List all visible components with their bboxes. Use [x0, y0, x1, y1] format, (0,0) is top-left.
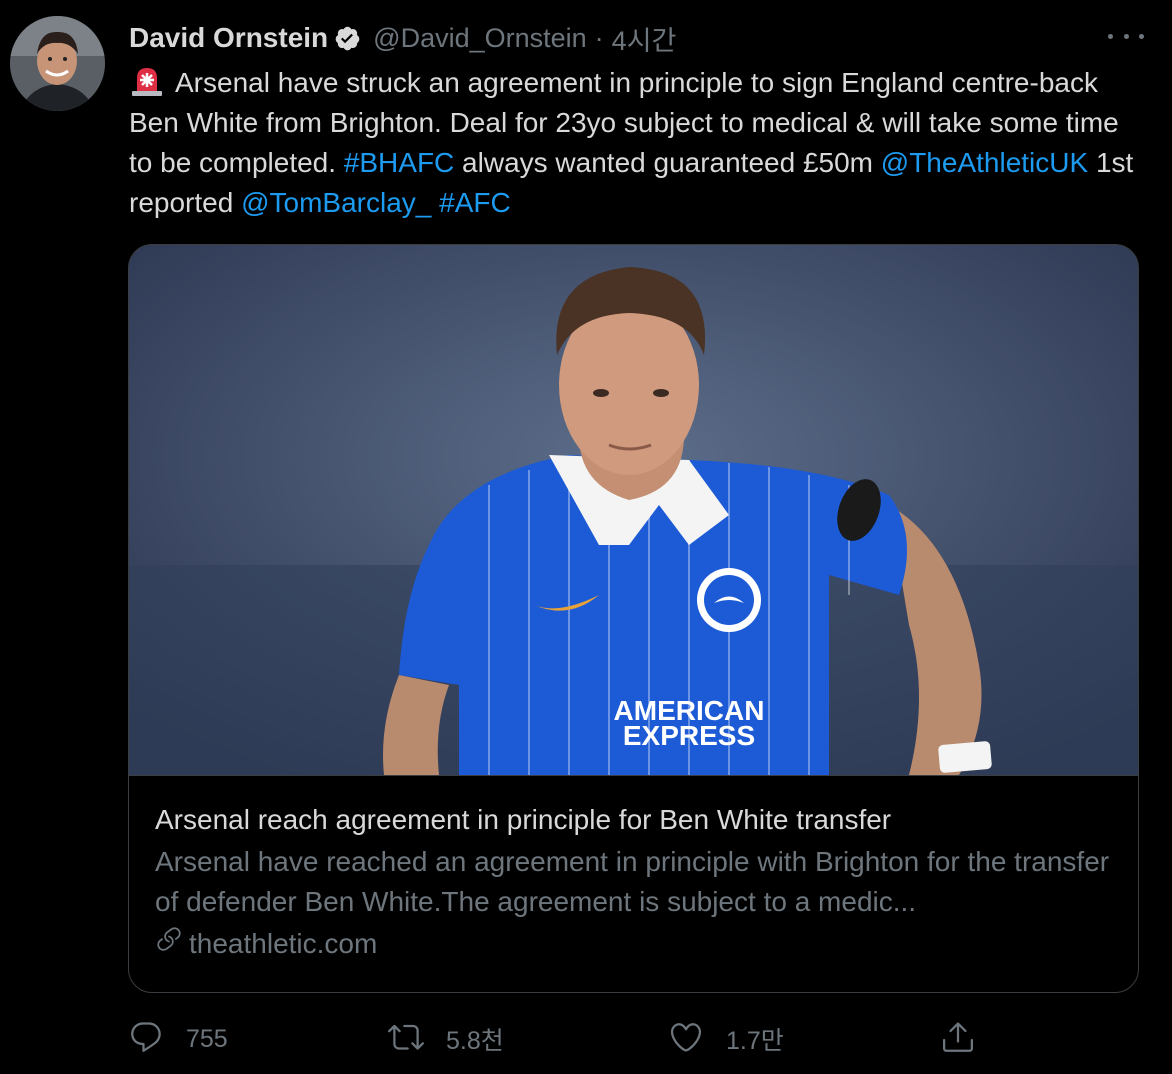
like-icon: [668, 1019, 704, 1060]
tweet-link[interactable]: #BHAFC: [344, 147, 454, 178]
link-icon: [155, 924, 189, 964]
tweet-link[interactable]: @TheAthleticUK: [881, 147, 1088, 178]
timestamp[interactable]: 4시간: [612, 19, 677, 58]
reply-button[interactable]: 755: [128, 1016, 228, 1062]
sponsor-line2: EXPRESS: [623, 720, 755, 751]
tweet-text: Arsenal have struck an agreement in prin…: [129, 62, 1139, 223]
police-light-icon: [129, 62, 165, 98]
avatar-image: [10, 16, 105, 111]
share-icon: [940, 1019, 976, 1060]
reply-icon: [128, 1019, 164, 1060]
handle[interactable]: @David_Ornstein: [373, 23, 587, 54]
link-card[interactable]: AMERICAN EXPRESS Arsenal reach agreement…: [128, 244, 1139, 993]
card-title: Arsenal reach agreement in principle for…: [155, 804, 892, 835]
like-count: 1.7만: [726, 1027, 784, 1055]
verified-badge-icon: [334, 25, 361, 52]
avatar[interactable]: [10, 16, 105, 111]
retweet-button[interactable]: 5.8천: [388, 1016, 504, 1062]
card-domain-text: theathletic.com: [189, 928, 378, 959]
card-image: AMERICAN EXPRESS: [129, 245, 1138, 776]
display-name[interactable]: David Ornstein: [129, 22, 328, 54]
tweet[interactable]: David Ornstein @David_Ornstein · 4시간 Ars…: [0, 0, 1172, 1074]
retweet-count: 5.8천: [446, 1027, 504, 1055]
card-description: Arsenal have reached an agreement in pri…: [155, 846, 1110, 917]
more-icon[interactable]: [1108, 24, 1144, 48]
tweet-header: David Ornstein @David_Ornstein · 4시간: [129, 20, 676, 56]
like-button[interactable]: 1.7만: [668, 1016, 784, 1062]
separator: ·: [594, 22, 604, 53]
reply-count: 755: [186, 1024, 228, 1053]
action-bar: 755 5.8천 1.7만: [128, 1016, 988, 1062]
share-button[interactable]: [940, 1016, 976, 1062]
tweet-link[interactable]: #AFC: [439, 187, 511, 218]
tweet-text-segment: always wanted guaranteed £50m: [454, 147, 881, 178]
tweet-text-segment: [431, 187, 439, 218]
card-meta: Arsenal reach agreement in principle for…: [155, 800, 1115, 964]
retweet-icon: [388, 1019, 424, 1060]
tweet-link[interactable]: @TomBarclay_: [241, 187, 431, 218]
card-domain: theathletic.com: [155, 924, 1115, 964]
tweet-text-content: Arsenal have struck an agreement in prin…: [129, 67, 1133, 218]
